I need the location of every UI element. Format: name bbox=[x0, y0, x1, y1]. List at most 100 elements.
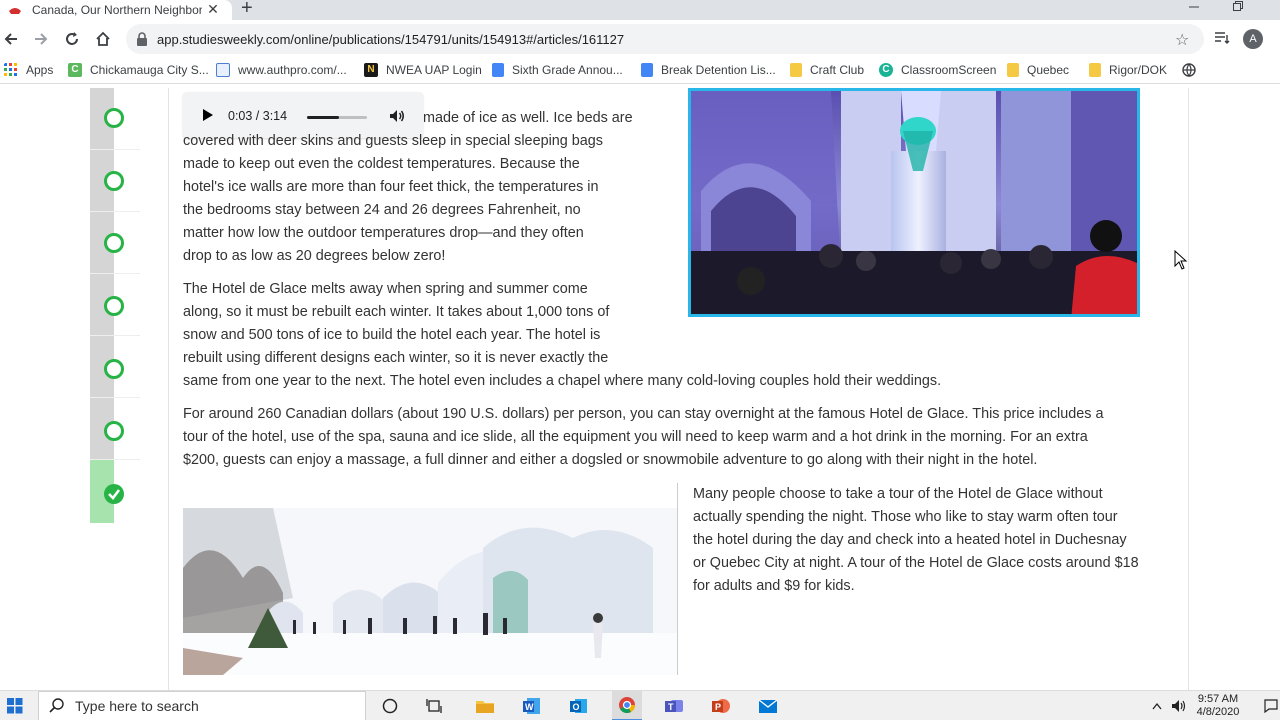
word-icon[interactable]: W bbox=[519, 691, 545, 720]
text-line: For around 260 Canadian dollars (about 1… bbox=[183, 406, 1104, 422]
bookmark-craft-club[interactable]: Craft Club bbox=[790, 63, 864, 77]
step-circle-icon bbox=[104, 359, 124, 379]
article-paragraph-2: The Hotel de Glace melts away when sprin… bbox=[183, 278, 941, 393]
windows-start-icon[interactable] bbox=[0, 691, 30, 720]
bookmark-sixth-grade[interactable]: Sixth Grade Annou... bbox=[492, 63, 623, 77]
text-line: snow and 500 tons of ice to build the ho… bbox=[183, 327, 601, 343]
rail-step[interactable] bbox=[90, 336, 140, 398]
bookmark-label: ClassroomScreen bbox=[901, 63, 997, 77]
browser-tab-active[interactable]: Canada, Our Northern Neighbor ✕ bbox=[0, 0, 232, 20]
bookmark-label: www.authpro.com/... bbox=[238, 63, 347, 77]
folder-icon bbox=[1089, 63, 1101, 77]
speaker-icon[interactable] bbox=[1170, 691, 1188, 720]
restore-icon[interactable] bbox=[1233, 0, 1243, 14]
tab-title: Canada, Our Northern Neighbor bbox=[32, 3, 202, 17]
text-line: The Hotel de Glace melts away when sprin… bbox=[183, 281, 588, 297]
text-line: matter how low the outdoor temperatures … bbox=[183, 225, 584, 241]
reading-list-icon[interactable] bbox=[1214, 31, 1230, 50]
bookmark-apps[interactable]: Apps bbox=[4, 63, 53, 77]
bookmark-label: Rigor/DOK bbox=[1109, 63, 1168, 77]
bookmark-nwea[interactable]: N NWEA UAP Login bbox=[364, 63, 482, 77]
text-line: or Quebec City at night. A tour of the H… bbox=[693, 555, 1139, 571]
text-line: drop to as low as 20 degrees below zero! bbox=[183, 248, 446, 264]
article-page: 0:03 / 3:14 made of ice as well. Ice bed… bbox=[0, 88, 1280, 690]
address-bar[interactable]: app.studiesweekly.com/online/publication… bbox=[126, 24, 1204, 54]
teams-icon[interactable]: T bbox=[661, 691, 689, 720]
profile-avatar[interactable]: A bbox=[1243, 29, 1263, 49]
svg-text:O: O bbox=[573, 702, 580, 712]
bookmark-globe[interactable] bbox=[1182, 63, 1196, 77]
powerpoint-icon[interactable]: P bbox=[707, 691, 735, 720]
file-explorer-icon[interactable] bbox=[472, 691, 498, 720]
doc-icon bbox=[641, 63, 653, 77]
column-divider bbox=[677, 483, 678, 675]
text-line: for adults and $9 for kids. bbox=[693, 578, 855, 594]
bookmark-label: NWEA UAP Login bbox=[386, 63, 482, 77]
windows-taskbar: Type here to search W O T P 9:57 AM 4/8/… bbox=[0, 690, 1280, 720]
new-tab-button[interactable]: + bbox=[241, 0, 253, 20]
nwea-icon: N bbox=[364, 63, 378, 77]
forward-arrow-icon[interactable] bbox=[30, 28, 52, 50]
text-line: $200, guests can enjoy a massage, a full… bbox=[183, 452, 1038, 468]
text-line: actually spending the night. Those who l… bbox=[693, 509, 1118, 525]
taskbar-search-box[interactable]: Type here to search bbox=[38, 691, 366, 720]
page-icon bbox=[216, 63, 230, 77]
tab-strip: Canada, Our Northern Neighbor ✕ + bbox=[0, 0, 1280, 20]
svg-text:P: P bbox=[715, 702, 721, 712]
bookmark-classroomscreen[interactable]: C ClassroomScreen bbox=[879, 63, 996, 77]
clock-time: 9:57 AM bbox=[1197, 693, 1239, 705]
apps-grid-icon bbox=[4, 63, 17, 76]
tab-close-icon[interactable]: ✕ bbox=[206, 1, 220, 18]
svg-text:W: W bbox=[525, 702, 534, 712]
taskbar-clock[interactable]: 9:57 AM 4/8/2020 bbox=[1194, 693, 1242, 719]
tray-chevron-up-icon[interactable] bbox=[1148, 691, 1166, 720]
text-line: made to keep out even the coldest temper… bbox=[183, 156, 580, 172]
bookmark-label: Chickamauga City S... bbox=[90, 63, 209, 77]
minimize-icon[interactable] bbox=[1189, 0, 1199, 14]
chrome-icon[interactable] bbox=[612, 691, 642, 720]
task-view-icon[interactable] bbox=[423, 691, 447, 720]
doc-icon bbox=[492, 63, 504, 77]
globe-icon bbox=[1182, 63, 1196, 77]
article-paragraph-3: For around 260 Canadian dollars (about 1… bbox=[183, 403, 1103, 472]
home-icon[interactable] bbox=[92, 28, 114, 50]
rail-step[interactable] bbox=[90, 398, 140, 460]
text-line: made of ice as well. Ice beds are bbox=[423, 110, 633, 126]
cortana-icon[interactable] bbox=[378, 691, 402, 720]
rail-step-complete[interactable] bbox=[90, 460, 140, 522]
step-circle-icon bbox=[104, 296, 124, 316]
bookmark-rigor-dok[interactable]: Rigor/DOK bbox=[1089, 63, 1167, 77]
outlook-icon[interactable]: O bbox=[566, 691, 592, 720]
bookmark-chickamauga[interactable]: C Chickamauga City S... bbox=[68, 63, 209, 77]
bookmark-star-icon[interactable]: ☆ bbox=[1175, 30, 1189, 50]
checkmark-icon bbox=[104, 484, 124, 504]
search-icon bbox=[49, 698, 64, 713]
browser-toolbar: app.studiesweekly.com/online/publication… bbox=[0, 20, 1280, 58]
mail-icon[interactable] bbox=[754, 691, 782, 720]
classroomscreen-icon: C bbox=[879, 63, 893, 77]
text-line: rebuilt using different designs each win… bbox=[183, 350, 609, 366]
bookmark-label: Break Detention Lis... bbox=[661, 63, 776, 77]
studies-weekly-favicon bbox=[9, 8, 21, 14]
article-paragraph-4: Many people choose to take a tour of the… bbox=[693, 483, 1139, 598]
url-text[interactable]: app.studiesweekly.com/online/publication… bbox=[157, 32, 624, 47]
rail-step[interactable] bbox=[90, 212, 140, 274]
bookmark-authpro[interactable]: www.authpro.com/... bbox=[216, 63, 347, 77]
rail-step[interactable] bbox=[90, 88, 140, 150]
step-circle-icon bbox=[104, 421, 124, 441]
bookmark-break-detention[interactable]: Break Detention Lis... bbox=[641, 63, 776, 77]
text-line: along, so it must be rebuilt each winter… bbox=[183, 304, 610, 320]
rail-step[interactable] bbox=[90, 150, 140, 212]
notification-icon[interactable] bbox=[1262, 691, 1280, 720]
bookmark-label: Sixth Grade Annou... bbox=[512, 63, 623, 77]
green-c-icon: C bbox=[68, 63, 82, 77]
folder-icon bbox=[1007, 63, 1019, 77]
reload-icon[interactable] bbox=[61, 28, 83, 50]
back-arrow-icon[interactable] bbox=[0, 28, 22, 50]
text-line: covered with deer skins and guests sleep… bbox=[183, 133, 603, 149]
progress-rail bbox=[90, 88, 140, 523]
step-circle-icon bbox=[104, 233, 124, 253]
bookmark-quebec[interactable]: Quebec bbox=[1007, 63, 1069, 77]
clock-date: 4/8/2020 bbox=[1196, 706, 1240, 718]
rail-step[interactable] bbox=[90, 274, 140, 336]
